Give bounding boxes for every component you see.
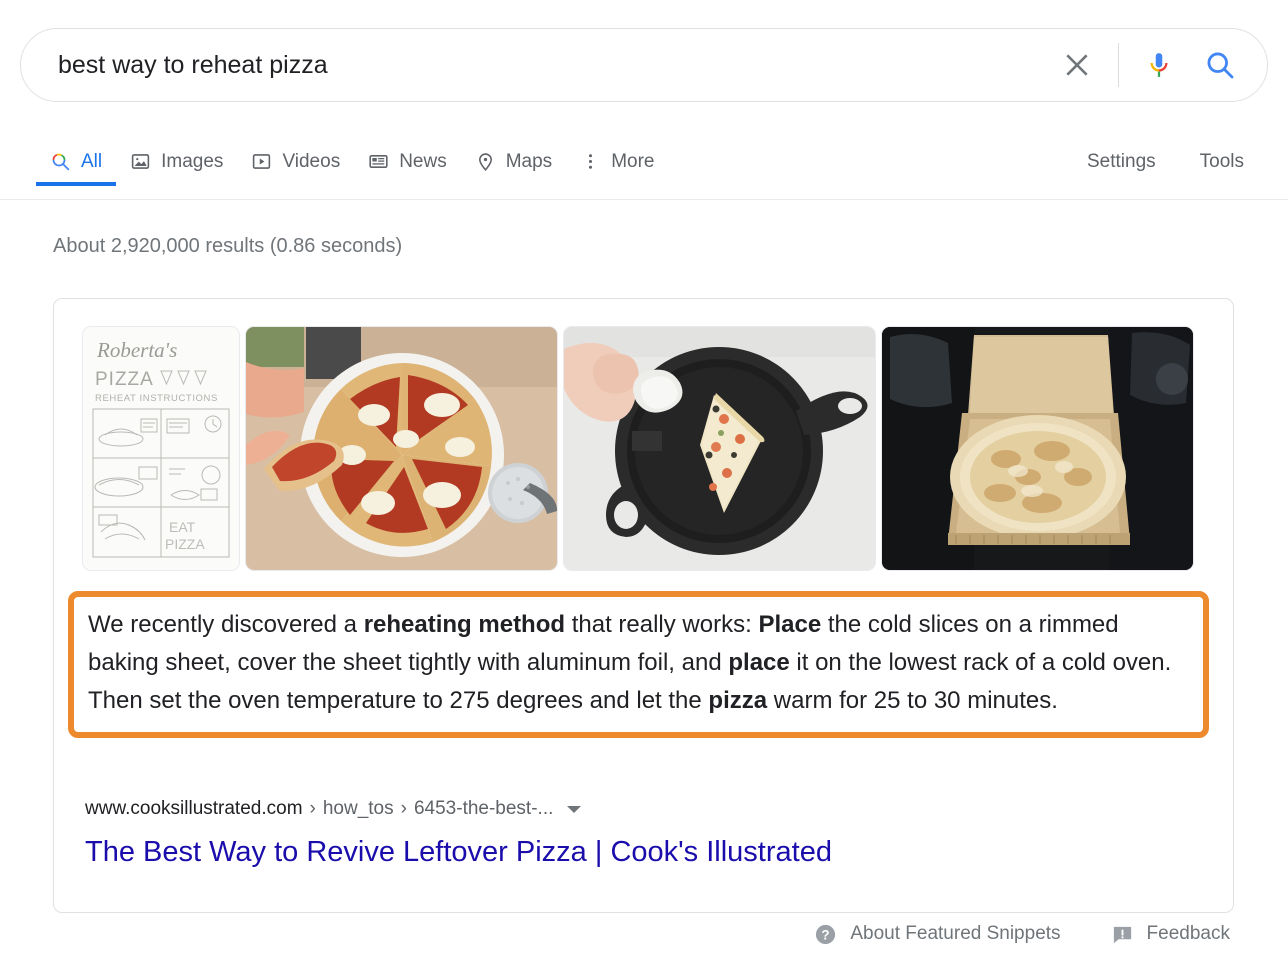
- tab-images-label: Images: [161, 150, 224, 172]
- featured-snippet-card: Roberta's PIZZA REHEAT INSTRUCTIONS EAT …: [53, 298, 1234, 913]
- pizza-slice-in-cast-iron-skillet-photo[interactable]: [563, 326, 876, 571]
- tab-images[interactable]: Images: [116, 138, 237, 185]
- snippet-bold-term: place: [728, 649, 790, 676]
- search-tools-links: Settings Tools: [1043, 138, 1244, 185]
- microphone-icon[interactable]: [1143, 48, 1175, 82]
- search-divider: [1118, 43, 1119, 87]
- snippet-thumbnail-strip: Roberta's PIZZA REHEAT INSTRUCTIONS EAT …: [82, 326, 1194, 571]
- tab-more-label: More: [611, 150, 655, 172]
- svg-text:Roberta's: Roberta's: [96, 338, 177, 362]
- search-icon[interactable]: [1203, 48, 1237, 82]
- sliced-pizza-on-white-plate-photo[interactable]: [245, 326, 558, 571]
- result-title-link[interactable]: The Best Way to Revive Leftover Pizza | …: [85, 833, 832, 871]
- chevron-down-icon[interactable]: [567, 805, 582, 813]
- feedback-label: Feedback: [1146, 923, 1230, 944]
- image-icon: [130, 151, 151, 172]
- snippet-bold-term: reheating method: [363, 611, 566, 638]
- breadcrumb-crumb-2: 6453-the-best-...: [413, 798, 554, 819]
- map-pin-icon: [475, 151, 496, 172]
- featured-snippet-footer: ? About Featured Snippets Feedback: [764, 922, 1230, 946]
- featured-snippet-highlight-box: We recently discovered a reheating metho…: [68, 591, 1209, 738]
- search-bar-actions: [1060, 43, 1267, 87]
- breadcrumb-separator-2: ›: [400, 798, 407, 819]
- svg-text:REHEAT INSTRUCTIONS: REHEAT INSTRUCTIONS: [95, 393, 218, 404]
- search-tabs-bar: All Images Videos News Maps More Setting…: [0, 138, 1288, 200]
- more-vert-icon: [580, 151, 601, 172]
- snippet-bold-term: Place: [758, 611, 822, 638]
- svg-text:?: ?: [822, 927, 830, 942]
- svg-text:PIZZA: PIZZA: [165, 536, 205, 552]
- search-bar[interactable]: [20, 28, 1268, 102]
- svg-text:EAT: EAT: [169, 519, 196, 535]
- search-tabs: All Images Videos News Maps More: [36, 138, 668, 199]
- tab-all[interactable]: All: [36, 138, 117, 186]
- active-tab-underline: [36, 182, 117, 186]
- robertas-pizza-reheat-instructions-illustration[interactable]: Roberta's PIZZA REHEAT INSTRUCTIONS EAT …: [82, 326, 240, 571]
- newspaper-icon: [368, 151, 389, 172]
- breadcrumb-domain: www.cooksillustrated.com: [85, 798, 303, 819]
- tab-maps-label: Maps: [505, 150, 553, 172]
- tab-maps[interactable]: Maps: [461, 138, 566, 185]
- result-stats: About 2,920,000 results (0.86 seconds): [53, 235, 403, 257]
- snippet-text-run: We recently discovered a: [88, 611, 364, 638]
- tools-button[interactable]: Tools: [1200, 151, 1244, 173]
- tab-more[interactable]: More: [566, 138, 668, 185]
- featured-snippet-text: We recently discovered a reheating metho…: [88, 606, 1189, 720]
- breadcrumb-separator-1: ›: [309, 798, 316, 819]
- settings-button[interactable]: Settings: [1087, 151, 1156, 173]
- feedback-bubble-icon: [1111, 923, 1134, 946]
- snippet-bold-term: pizza: [708, 687, 768, 714]
- tab-videos[interactable]: Videos: [237, 138, 354, 185]
- help-circle-icon: ?: [814, 923, 837, 946]
- about-featured-snippets-link[interactable]: ? About Featured Snippets: [814, 922, 1061, 946]
- whole-pizza-in-open-box-photo[interactable]: [881, 326, 1194, 571]
- tab-videos-label: Videos: [282, 150, 341, 172]
- tab-news-label: News: [399, 150, 447, 172]
- tab-news[interactable]: News: [354, 138, 461, 185]
- snippet-text-run: that really works:: [565, 611, 759, 638]
- svg-text:PIZZA: PIZZA: [95, 369, 154, 390]
- search-icon: [50, 151, 71, 172]
- video-icon: [251, 151, 272, 172]
- close-icon[interactable]: [1060, 48, 1094, 82]
- feedback-link[interactable]: Feedback: [1111, 922, 1230, 946]
- about-featured-snippets-label: About Featured Snippets: [850, 923, 1061, 944]
- snippet-text-run: warm for 25 to 30 minutes.: [767, 687, 1058, 714]
- search-input[interactable]: [21, 48, 1060, 82]
- breadcrumb-crumb-1: how_tos: [322, 798, 394, 819]
- breadcrumb[interactable]: www.cooksillustrated.com › how_tos › 645…: [85, 797, 582, 821]
- tab-all-label: All: [81, 150, 103, 172]
